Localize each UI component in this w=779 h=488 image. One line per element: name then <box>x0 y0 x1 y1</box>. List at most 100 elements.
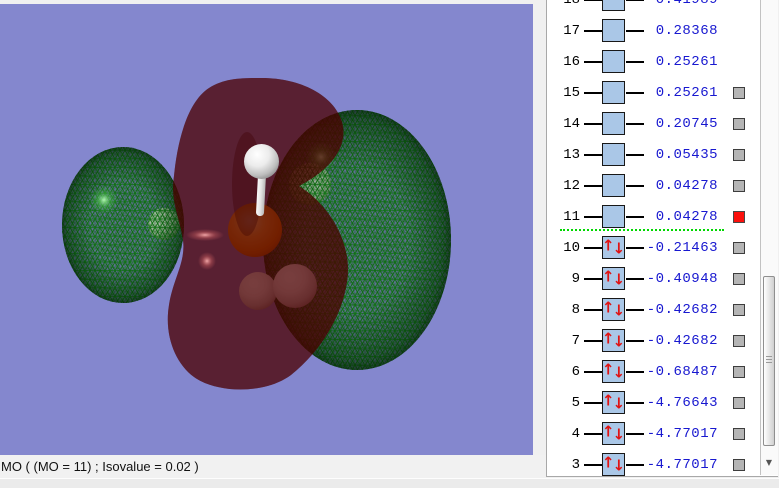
mo-row-15[interactable]: 15 0.25261 <box>547 78 760 109</box>
mo-row-14[interactable]: 14 0.20745 <box>547 109 760 140</box>
mo-row-16[interactable]: 16 0.25261 <box>547 47 760 78</box>
mo-index: 9 <box>571 270 580 287</box>
spin-down-arrow-icon: ↓ <box>612 363 626 382</box>
mo-index: 15 <box>563 84 580 101</box>
mo-checkbox[interactable] <box>733 335 745 347</box>
level-line-left <box>584 61 602 63</box>
mo-row-18[interactable]: 18 0.41989 <box>547 0 760 16</box>
spin-down-arrow-icon: ↓ <box>612 332 626 351</box>
mo-energy-value: 0.28368 <box>655 22 718 39</box>
mo-level-box-virtual[interactable] <box>602 50 625 73</box>
mo-checkbox[interactable] <box>733 273 745 285</box>
mo-level-box-virtual[interactable] <box>602 143 625 166</box>
mo-checkbox[interactable] <box>733 87 745 99</box>
mo-index: 6 <box>571 363 580 380</box>
mo-index: 7 <box>571 332 580 349</box>
status-bar: MO ( (MO = 11) ; Isovalue = 0.02 ) <box>0 455 546 478</box>
mo-energy-value: 0.41989 <box>635 0 718 16</box>
level-line-left <box>584 433 602 435</box>
specular-highlight <box>186 229 224 241</box>
mo-index: 16 <box>563 53 580 70</box>
mo-level-box-virtual[interactable] <box>602 112 625 135</box>
mo-index: 14 <box>563 115 580 132</box>
spin-down-arrow-icon: ↓ <box>612 270 626 289</box>
mo-level-box-virtual[interactable] <box>602 174 625 197</box>
mo-row-5[interactable]: 5 ↑ ↓ -4.76643 <box>547 388 760 419</box>
level-line-left <box>584 30 602 32</box>
mo-index: 4 <box>571 425 580 442</box>
level-line-left <box>584 247 602 249</box>
level-line-left <box>584 278 602 280</box>
mo-row-10[interactable]: 10 ↑ ↓ -0.21463 <box>547 233 760 264</box>
mo-level-box-occupied[interactable]: ↑ ↓ <box>602 422 625 445</box>
level-line-left <box>584 0 602 1</box>
gl-viewport[interactable] <box>0 4 533 455</box>
mo-level-box-virtual[interactable] <box>602 0 625 11</box>
mo-list: 18 0.41989 17 0.28368 16 0.25261 15 0.25261 14 0.… <box>547 0 760 476</box>
status-text: MO ( (MO = 11) ; Isovalue = 0.02 ) <box>1 459 199 474</box>
mo-level-box-occupied[interactable]: ↑ ↓ <box>602 360 625 383</box>
spin-down-arrow-icon: ↓ <box>612 239 626 258</box>
mo-checkbox[interactable] <box>733 397 745 409</box>
level-line-left <box>584 309 602 311</box>
vertical-scrollbar[interactable]: ▼ <box>760 0 778 475</box>
mo-energy-value: -0.21463 <box>646 239 718 256</box>
mo-level-box-occupied[interactable]: ↑ ↓ <box>602 453 625 476</box>
scrollbar-thumb[interactable] <box>763 276 775 446</box>
specular-highlight <box>198 252 216 270</box>
mo-energy-value: -0.68487 <box>646 363 718 380</box>
orbital-lobe-positive-left <box>62 147 184 303</box>
mo-level-box-virtual[interactable] <box>602 81 625 104</box>
orbital-lobe-negative <box>167 78 348 390</box>
mo-row-4[interactable]: 4 ↑ ↓ -4.77017 <box>547 419 760 450</box>
scrollbar-down-arrow-icon[interactable]: ▼ <box>761 455 777 471</box>
mo-checkbox[interactable] <box>733 118 745 130</box>
level-line-left <box>584 371 602 373</box>
level-line-left <box>584 464 602 466</box>
mo-index: 10 <box>563 239 580 256</box>
mo-index: 3 <box>571 456 580 473</box>
mo-index: 11 <box>563 208 580 225</box>
mo-checkbox[interactable] <box>733 242 745 254</box>
mo-row-11[interactable]: 11 0.04278 <box>547 202 760 233</box>
specular-highlight <box>90 186 118 214</box>
mo-energy-value: 0.05435 <box>655 146 718 163</box>
mo-checkbox[interactable] <box>733 459 745 471</box>
level-line-left <box>584 123 602 125</box>
mo-row-8[interactable]: 8 ↑ ↓ -0.42682 <box>547 295 760 326</box>
mo-checkbox[interactable] <box>733 366 745 378</box>
level-line-left <box>584 216 602 218</box>
spin-down-arrow-icon: ↓ <box>612 394 626 413</box>
mo-row-7[interactable]: 7 ↑ ↓ -0.42682 <box>547 326 760 357</box>
mo-row-12[interactable]: 12 0.04278 <box>547 171 760 202</box>
mo-level-box-occupied[interactable]: ↑ ↓ <box>602 236 625 259</box>
mo-level-box-virtual[interactable] <box>602 19 625 42</box>
mo-checkbox-selected[interactable] <box>733 211 745 223</box>
mo-checkbox[interactable] <box>733 149 745 161</box>
level-line-left <box>584 185 602 187</box>
level-line-left <box>584 340 602 342</box>
homo-lumo-separator <box>560 229 724 231</box>
spin-down-arrow-icon: ↓ <box>612 456 626 475</box>
mo-row-6[interactable]: 6 ↑ ↓ -0.68487 <box>547 357 760 388</box>
mo-energy-value: 0.25261 <box>655 53 718 70</box>
level-line-left <box>584 402 602 404</box>
mo-row-17[interactable]: 17 0.28368 <box>547 16 760 47</box>
mo-level-box-virtual[interactable] <box>602 205 625 228</box>
mo-index: 5 <box>571 394 580 411</box>
mo-row-3[interactable]: 3 ↑ ↓ -4.77017 <box>547 450 760 476</box>
mo-checkbox[interactable] <box>733 304 745 316</box>
mo-level-box-occupied[interactable]: ↑ ↓ <box>602 298 625 321</box>
mo-level-box-occupied[interactable]: ↑ ↓ <box>602 329 625 352</box>
mo-energy-value: -0.42682 <box>646 332 718 349</box>
level-line-left <box>584 154 602 156</box>
mo-index: 13 <box>563 146 580 163</box>
mo-index: 18 <box>547 0 580 16</box>
mo-energy-value: 0.04278 <box>655 208 718 225</box>
mo-row-9[interactable]: 9 ↑ ↓ -0.40948 <box>547 264 760 295</box>
mo-row-13[interactable]: 13 0.05435 <box>547 140 760 171</box>
mo-level-box-occupied[interactable]: ↑ ↓ <box>602 267 625 290</box>
mo-checkbox[interactable] <box>733 180 745 192</box>
mo-level-box-occupied[interactable]: ↑ ↓ <box>602 391 625 414</box>
mo-checkbox[interactable] <box>733 428 745 440</box>
